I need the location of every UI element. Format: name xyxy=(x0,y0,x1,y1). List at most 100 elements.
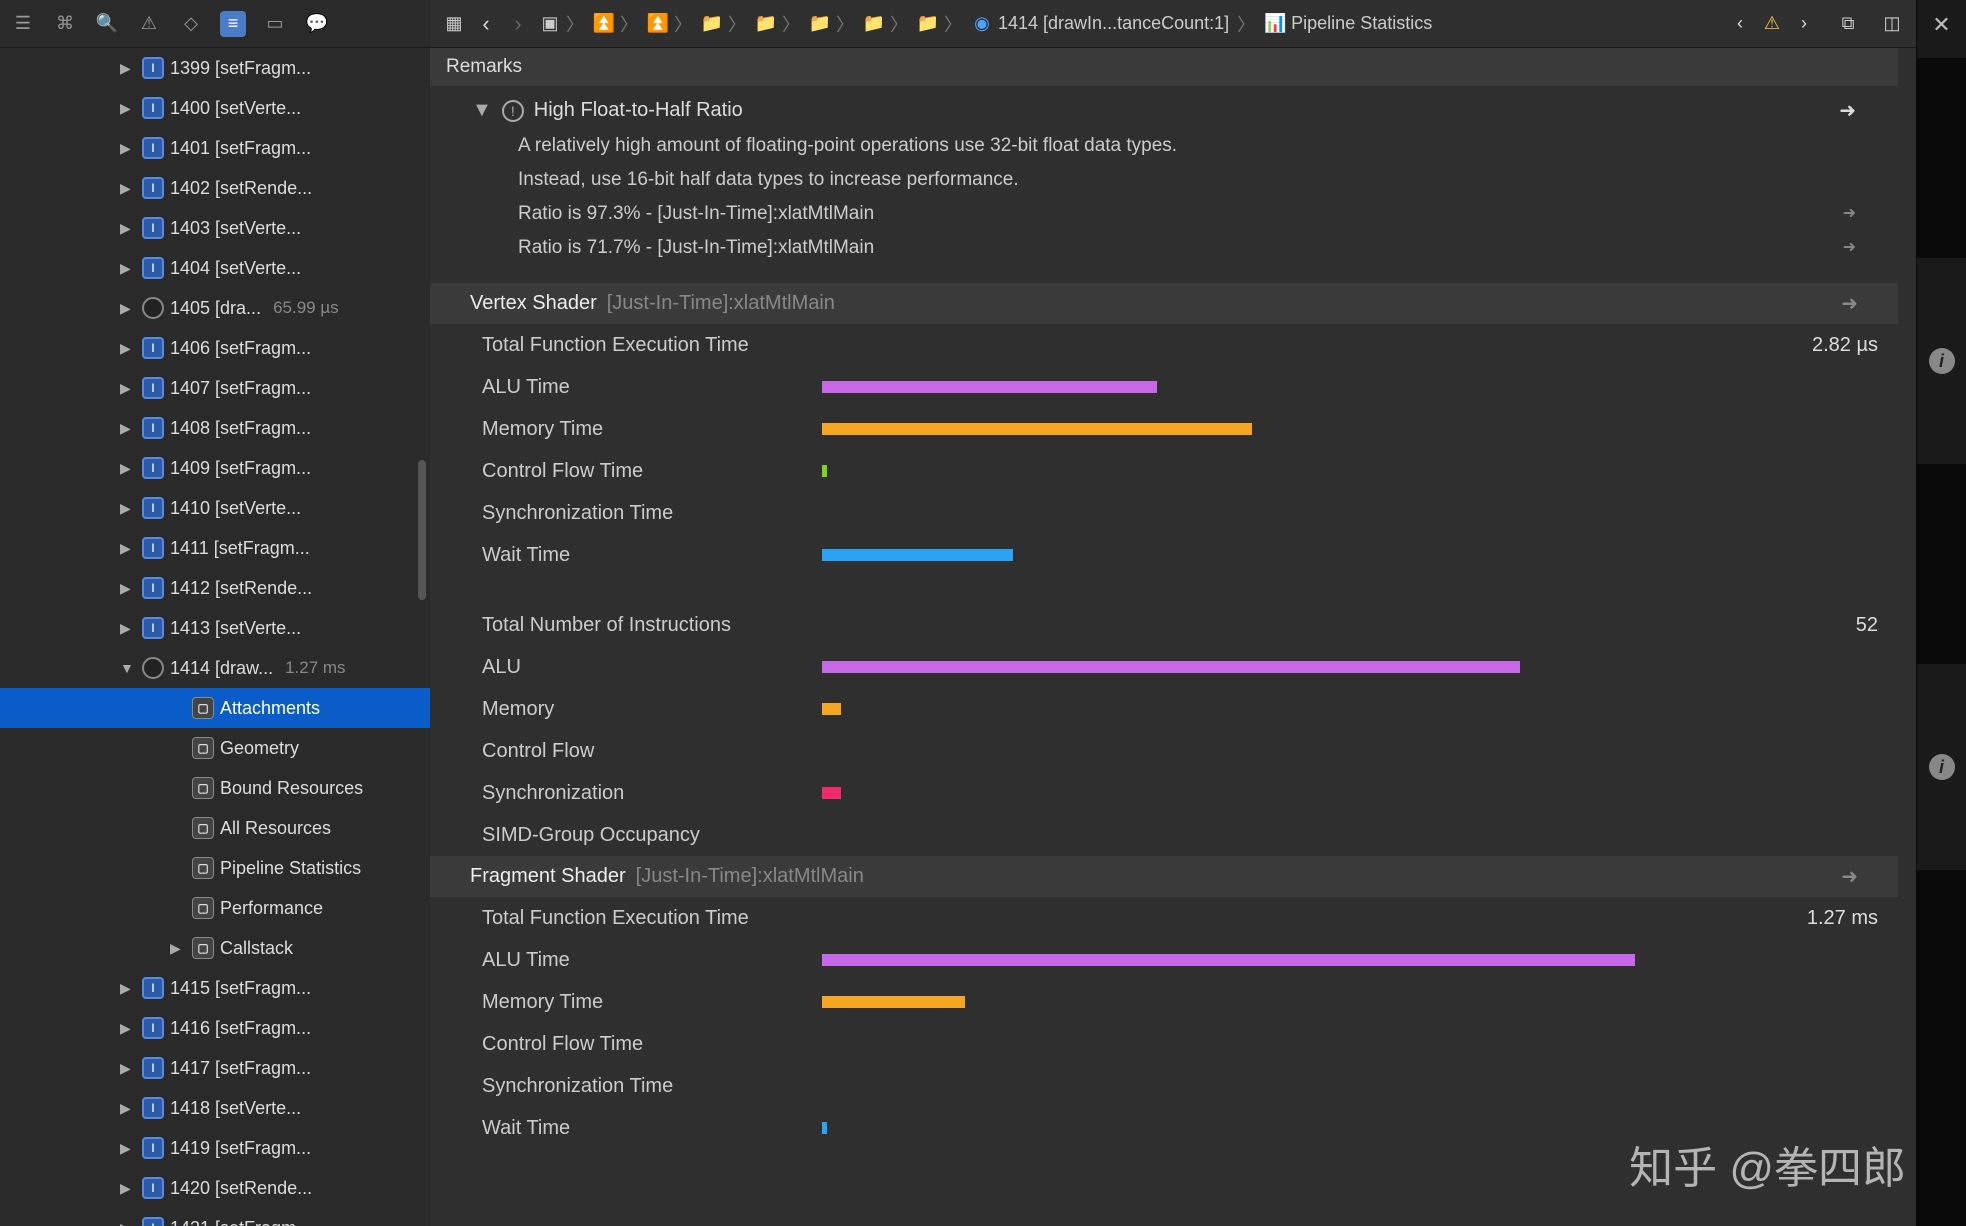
panel-icon[interactable]: ☰ xyxy=(10,11,36,37)
metric-row: Total Number of Instructions 52 xyxy=(430,604,1898,646)
disclosure-icon[interactable]: ▶ xyxy=(120,500,136,517)
crumb-draw[interactable]: ◉1414 [drawIn...tanceCount:1] xyxy=(970,12,1229,36)
sidebar-scrollbar[interactable] xyxy=(418,460,426,600)
crumb-page[interactable]: 📊Pipeline Statistics xyxy=(1263,12,1432,36)
tree-item-1421[interactable]: ▶ I 1421 [setFragm... xyxy=(0,1208,430,1226)
tree-item-1401[interactable]: ▶ I 1401 [setFragm... xyxy=(0,128,430,168)
tree-item-1414[interactable]: ▼ 1414 [draw... 1.27 ms xyxy=(0,648,430,688)
info-badge-icon[interactable]: i xyxy=(1929,754,1955,780)
metric-row: Synchronization xyxy=(430,772,1898,814)
tree-item-1413[interactable]: ▶ I 1413 [setVerte... xyxy=(0,608,430,648)
disclosure-icon[interactable]: ▶ xyxy=(120,980,136,997)
nav-back-icon[interactable]: ‹ xyxy=(474,12,498,36)
tree-item-1411[interactable]: ▶ I 1411 [setFragm... xyxy=(0,528,430,568)
folder5-icon[interactable]: 📁 xyxy=(916,12,940,36)
remark-disclosure-icon[interactable]: ▼ xyxy=(472,99,492,122)
metric-label: Synchronization Time xyxy=(482,1075,822,1098)
tree-child-callstack[interactable]: ▶ ▢ Callstack xyxy=(0,928,430,968)
command-tree[interactable]: ▶ I 1399 [setFragm... ▶ I 1400 [setVerte… xyxy=(0,48,430,1226)
disclosure-icon[interactable]: ▼ xyxy=(120,660,136,676)
disclosure-icon[interactable]: ▶ xyxy=(120,420,136,437)
disclosure-icon[interactable]: ▶ xyxy=(120,1180,136,1197)
metric-row: Control Flow Time xyxy=(430,450,1898,492)
issue-warning-icon[interactable]: ⚠ xyxy=(1760,12,1784,36)
chat-icon[interactable]: 💬 xyxy=(304,11,330,37)
disclosure-icon[interactable]: ▶ xyxy=(120,620,136,637)
disclosure-icon[interactable]: ▶ xyxy=(120,100,136,117)
disclosure-icon[interactable]: ▶ xyxy=(120,460,136,477)
disclosure-icon[interactable]: ▶ xyxy=(120,1020,136,1037)
list-icon[interactable]: ≡ xyxy=(220,11,246,37)
disclosure-icon[interactable]: ▶ xyxy=(120,1220,136,1226)
tree-item-1418[interactable]: ▶ I 1418 [setVerte... xyxy=(0,1088,430,1128)
close-icon[interactable]: ✕ xyxy=(1932,12,1950,38)
tree-item-1417[interactable]: ▶ I 1417 [setFragm... xyxy=(0,1048,430,1088)
tree-child-geometry[interactable]: ▢ Geometry xyxy=(0,728,430,768)
tree-item-1412[interactable]: ▶ I 1412 [setRende... xyxy=(0,568,430,608)
metric-label: ALU Time xyxy=(482,376,822,399)
tree-item-1409[interactable]: ▶ I 1409 [setFragm... xyxy=(0,448,430,488)
tree-item-1407[interactable]: ▶ I 1407 [setFragm... xyxy=(0,368,430,408)
hierarchy-icon[interactable]: ⌘ xyxy=(52,11,78,37)
prev-issue-icon[interactable]: ‹ xyxy=(1728,12,1752,36)
diff-icon[interactable]: ◇ xyxy=(178,11,204,37)
disclosure-icon[interactable]: ▶ xyxy=(120,220,136,237)
tree-item-1408[interactable]: ▶ I 1408 [setFragm... xyxy=(0,408,430,448)
disclosure-icon[interactable]: ▶ xyxy=(120,260,136,277)
folder4-icon[interactable]: 📁 xyxy=(862,12,886,36)
up1-icon[interactable]: ⏫ xyxy=(592,12,616,36)
disclosure-icon[interactable]: ▶ xyxy=(120,300,136,317)
tree-item-1410[interactable]: ▶ I 1410 [setVerte... xyxy=(0,488,430,528)
folder3-icon[interactable]: 📁 xyxy=(808,12,832,36)
tree-child-pipeline-statistics[interactable]: ▢ Pipeline Statistics xyxy=(0,848,430,888)
disclosure-icon[interactable]: ▶ xyxy=(120,60,136,77)
tree-child-all-resources[interactable]: ▢ All Resources xyxy=(0,808,430,848)
tag-icon[interactable]: ▭ xyxy=(262,11,288,37)
tree-item-1404[interactable]: ▶ I 1404 [setVerte... xyxy=(0,248,430,288)
disclosure-icon[interactable]: ▶ xyxy=(120,1060,136,1077)
tree-item-1402[interactable]: ▶ I 1402 [setRende... xyxy=(0,168,430,208)
goto-icon[interactable]: ➜ xyxy=(1843,197,1856,231)
grid-icon[interactable]: ▦ xyxy=(442,12,466,36)
metric-row: Total Function Execution Time 2.82 µs xyxy=(430,324,1898,366)
tree-item-1415[interactable]: ▶ I 1415 [setFragm... xyxy=(0,968,430,1008)
disclosure-icon[interactable]: ▶ xyxy=(120,1140,136,1157)
tree-item-1406[interactable]: ▶ I 1406 [setFragm... xyxy=(0,328,430,368)
app-icon[interactable]: ▣ xyxy=(538,12,562,36)
up2-icon[interactable]: ⏫ xyxy=(646,12,670,36)
tree-item-1419[interactable]: ▶ I 1419 [setFragm... xyxy=(0,1128,430,1168)
goto-icon[interactable]: ➜ xyxy=(1839,98,1856,123)
disclosure-icon[interactable]: ▶ xyxy=(120,340,136,357)
nav-forward-icon[interactable]: › xyxy=(506,12,530,36)
link-icon[interactable]: ⧉ xyxy=(1836,12,1860,36)
disclosure-icon[interactable]: ▶ xyxy=(170,940,186,957)
tree-item-1416[interactable]: ▶ I 1416 [setFragm... xyxy=(0,1008,430,1048)
disclosure-icon[interactable]: ▶ xyxy=(120,580,136,597)
inspector-toggle-icon[interactable]: ◫ xyxy=(1880,12,1904,36)
tree-item-1420[interactable]: ▶ I 1420 [setRende... xyxy=(0,1168,430,1208)
tree-item-1400[interactable]: ▶ I 1400 [setVerte... xyxy=(0,88,430,128)
remark-ratio1: Ratio is 97.3% - [Just-In-Time]:xlatMtlM… xyxy=(518,197,874,231)
tree-item-1399[interactable]: ▶ I 1399 [setFragm... xyxy=(0,48,430,88)
warning-icon[interactable]: ⚠ xyxy=(136,11,162,37)
tree-item-1403[interactable]: ▶ I 1403 [setVerte... xyxy=(0,208,430,248)
tree-item-1405[interactable]: ▶ 1405 [dra... 65.99 µs xyxy=(0,288,430,328)
goto-icon[interactable]: ➜ xyxy=(1841,864,1858,889)
tree-child-performance[interactable]: ▢ Performance xyxy=(0,888,430,928)
disclosure-icon[interactable]: ▶ xyxy=(120,180,136,197)
tree-child-attachments[interactable]: ▢ Attachments xyxy=(0,688,430,728)
info-badge-icon[interactable]: i xyxy=(1929,348,1955,374)
command-icon: I xyxy=(142,617,164,639)
next-issue-icon[interactable]: › xyxy=(1792,12,1816,36)
folder1-icon[interactable]: 📁 xyxy=(700,12,724,36)
disclosure-icon[interactable]: ▶ xyxy=(120,1100,136,1117)
goto-icon[interactable]: ➜ xyxy=(1841,291,1858,316)
search-icon[interactable]: 🔍 xyxy=(94,11,120,37)
disclosure-icon[interactable]: ▶ xyxy=(120,540,136,557)
folder2-icon[interactable]: 📁 xyxy=(754,12,778,36)
fragment-subtitle: [Just-In-Time]:xlatMtlMain xyxy=(636,865,864,888)
disclosure-icon[interactable]: ▶ xyxy=(120,380,136,397)
tree-child-bound-resources[interactable]: ▢ Bound Resources xyxy=(0,768,430,808)
goto-icon[interactable]: ➜ xyxy=(1843,231,1856,265)
disclosure-icon[interactable]: ▶ xyxy=(120,140,136,157)
